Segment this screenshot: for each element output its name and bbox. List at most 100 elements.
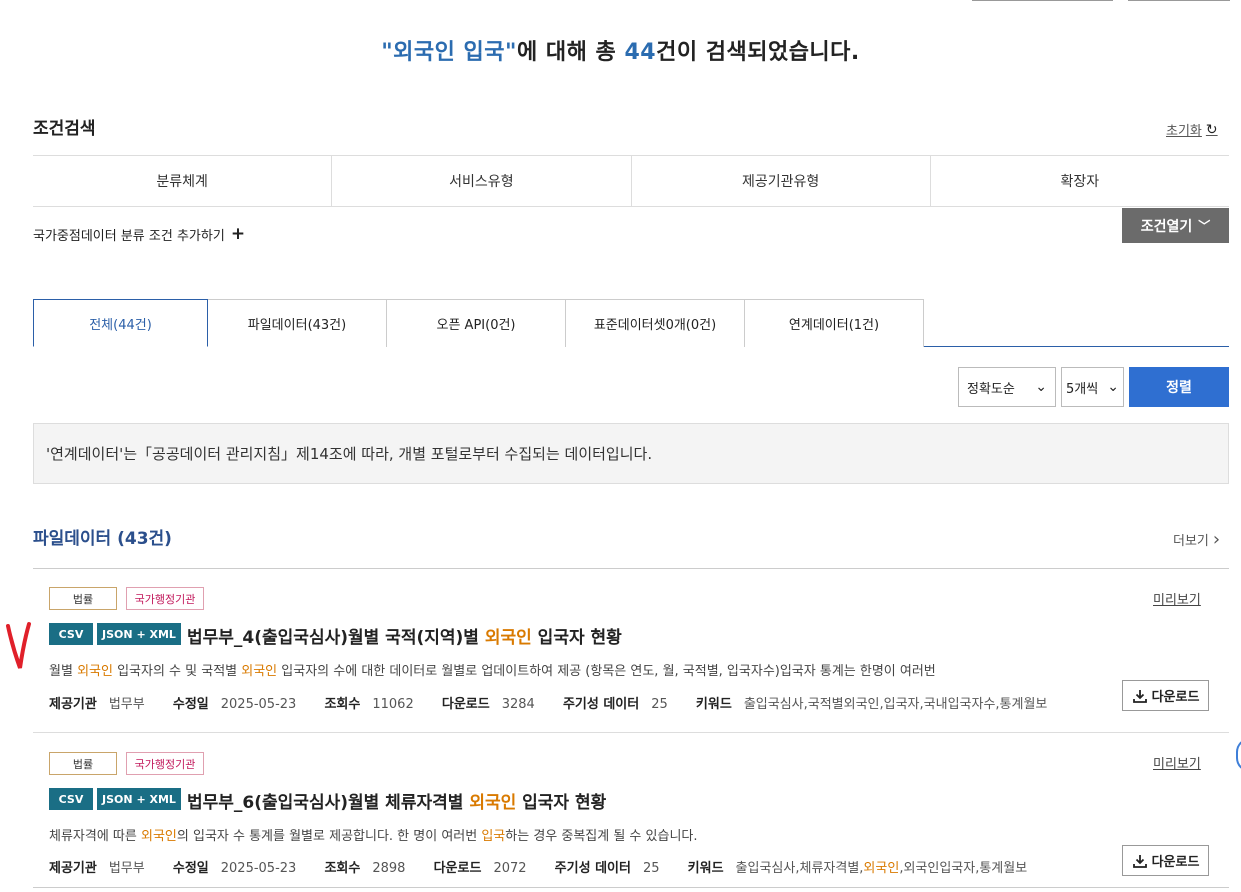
meta-value: 2025-05-23 [220,861,297,876]
desc-text: 입국자의 수에 대한 데이터로 월별로 업데이트하여 제공 (항목은 연도, 월… [277,664,936,679]
tag-law: 법률 [49,587,117,610]
meta-value: 11062 [372,697,414,712]
meta-label: 수정일 [172,861,209,876]
meta-label: 주기성 데이터 [562,697,640,712]
meta-value: 25 [651,697,668,712]
result-type-tabs: 전체(44건) 파일데이터(43건) 오픈 API(0건) 표준데이터셋0개(0… [33,299,1229,347]
reset-button[interactable]: 초기화 ↻ [1166,120,1218,140]
dataset-title-link[interactable]: 법무부_6(출입국심사)월별 체류자격별 외국인 입국자 현황 [187,788,606,813]
title-text: 법무부_4(출입국심사)월별 국적(지역)별 [187,628,485,648]
desc-highlight: 외국인 [241,664,278,679]
tab-open-api[interactable]: 오픈 API(0건) [386,299,566,347]
filter-classification[interactable]: 분류체계 [33,156,333,206]
tab-linked-data[interactable]: 연계데이터(1건) [744,299,924,347]
plus-icon: + [230,224,246,244]
meta-label: 조회수 [324,697,361,712]
meta-keywords: 출입국심사,체류자격별, [735,861,864,876]
chevron-right-icon: › [1212,529,1221,550]
download-label: 다운로드 [1151,855,1200,870]
list-top-divider [33,568,1229,569]
reset-label: 초기화 [1166,124,1202,139]
meta-label: 주기성 데이터 [554,861,631,876]
condition-search-title: 조건검색 [33,119,96,139]
dataset-meta: 제공기관 법무부 수정일 2025-05-23 조회수 11062 다운로드 3284 … [49,693,1119,712]
meta-value: 2072 [493,861,527,876]
desc-text: 의 입국자 수 통계를 월별로 제공합니다. 한 명이 여러번 [176,829,482,844]
format-json-xml-badge: JSON + XML [97,788,181,810]
download-button[interactable]: 다운로드 [1122,680,1209,711]
meta-label: 키워드 [687,861,724,876]
filter-category-row: 분류체계 서비스유형 제공기관유형 확장자 [33,155,1229,207]
format-csv-badge: CSV [49,623,93,645]
download-icon [1132,854,1147,868]
title-text: 입국자 현황 [516,793,607,813]
meta-label: 다운로드 [441,697,490,712]
desc-text: 체류자격에 따른 [49,829,141,844]
download-button[interactable]: 다운로드 [1122,845,1209,876]
more-link[interactable]: 더보기 › [1173,529,1220,550]
dataset-title-link[interactable]: 법무부_4(출입국심사)월별 국적(지역)별 외국인 입국자 현황 [187,623,622,648]
meta-keywords: ,외국인입국자,통계월보 [899,861,1028,876]
filter-service-type[interactable]: 서비스유형 [332,156,632,206]
preview-link[interactable]: 미리보기 [1153,589,1201,608]
add-condition-label: 국가중점데이터 분류 조건 추가하기 [33,228,225,244]
tag-law: 법률 [49,752,117,775]
desc-text: 입국자의 수 및 국적별 [112,664,242,679]
meta-value: 25 [642,861,660,876]
tag-national-agency: 국가행정기관 [126,752,204,775]
meta-label: 키워드 [695,697,732,712]
open-conditions-button[interactable]: 조건열기 ﹀ [1122,208,1229,243]
desc-highlight: 입국 [481,829,506,844]
download-label: 다운로드 [1151,690,1200,705]
more-label: 더보기 [1173,534,1209,549]
tab-standard-dataset[interactable]: 표준데이터셋0개(0건) [565,299,745,347]
filter-extension[interactable]: 확장자 [931,156,1229,206]
desc-text: 하는 경우 중복집계 될 수 있습니다. [505,829,698,844]
format-csv-badge: CSV [49,788,93,810]
add-national-data-condition[interactable]: 국가중점데이터 분류 조건 추가하기 + [33,224,245,244]
meta-label: 조회수 [324,861,361,876]
meta-label: 다운로드 [433,861,482,876]
meta-label: 제공기관 [49,861,97,876]
dataset-description: 체류자격에 따른 외국인의 입국자 수 통계를 월별로 제공합니다. 한 명이 … [49,825,698,844]
open-conditions-label: 조건열기 [1140,218,1193,235]
red-check-annotation [6,622,31,669]
meta-value: 법무부 [108,861,145,876]
item-divider [33,732,1229,733]
chevron-down-icon: ﹀ [1198,219,1211,233]
meta-value: 2898 [372,861,406,876]
floating-edge-button[interactable] [1236,738,1241,772]
file-data-section-title: 파일데이터 (43건) [33,529,172,549]
filter-provider-type[interactable]: 제공기관유형 [632,156,931,206]
sort-order-select[interactable]: 정확도순 ⌄ [958,367,1056,407]
meta-label: 수정일 [172,697,209,712]
tag-national-agency: 국가행정기관 [126,587,204,610]
meta-value: 2025-05-23 [220,697,297,712]
dataset-meta: 제공기관 법무부 수정일 2025-05-23 조회수 2898 다운로드 2072 주… [49,857,1119,876]
desc-text: 월별 [49,664,78,679]
meta-value: 법무부 [108,697,145,712]
tab-file-data[interactable]: 파일데이터(43건) [207,299,387,347]
meta-keywords: 출입국심사,국적별외국인,입국자,국내입국자수,통계월보 [743,697,1048,712]
title-text: 입국자 현황 [531,628,622,648]
item-divider [33,887,1229,888]
format-json-xml-badge: JSON + XML [97,623,181,645]
download-icon [1132,689,1147,703]
preview-link[interactable]: 미리보기 [1153,753,1201,772]
page-size-select[interactable]: 5개씩 ⌄ [1061,367,1124,407]
sort-order-value: 정확도순 [967,381,1015,397]
sort-button[interactable]: 정렬 [1129,367,1229,407]
chevron-down-icon: ⌄ [1035,379,1047,395]
meta-label: 제공기관 [49,697,97,712]
meta-keyword-highlight: 외국인 [863,861,900,876]
desc-highlight: 외국인 [77,664,113,679]
title-text: 법무부_6(출입국심사)월별 체류자격별 [187,793,470,813]
page-size-value: 5개씩 [1066,381,1099,397]
dataset-description: 월별 외국인 입국자의 수 및 국적별 외국인 입국자의 수에 대한 데이터로 … [49,660,936,679]
refresh-icon: ↻ [1205,121,1218,138]
search-result-headline: "외국인 입국"에 대해 총 44건이 검색되었습니다. [381,40,860,65]
tab-all[interactable]: 전체(44건) [33,299,208,347]
result-count: 44 [624,40,657,65]
meta-value: 3284 [501,697,535,712]
title-highlight: 외국인 [469,793,517,813]
